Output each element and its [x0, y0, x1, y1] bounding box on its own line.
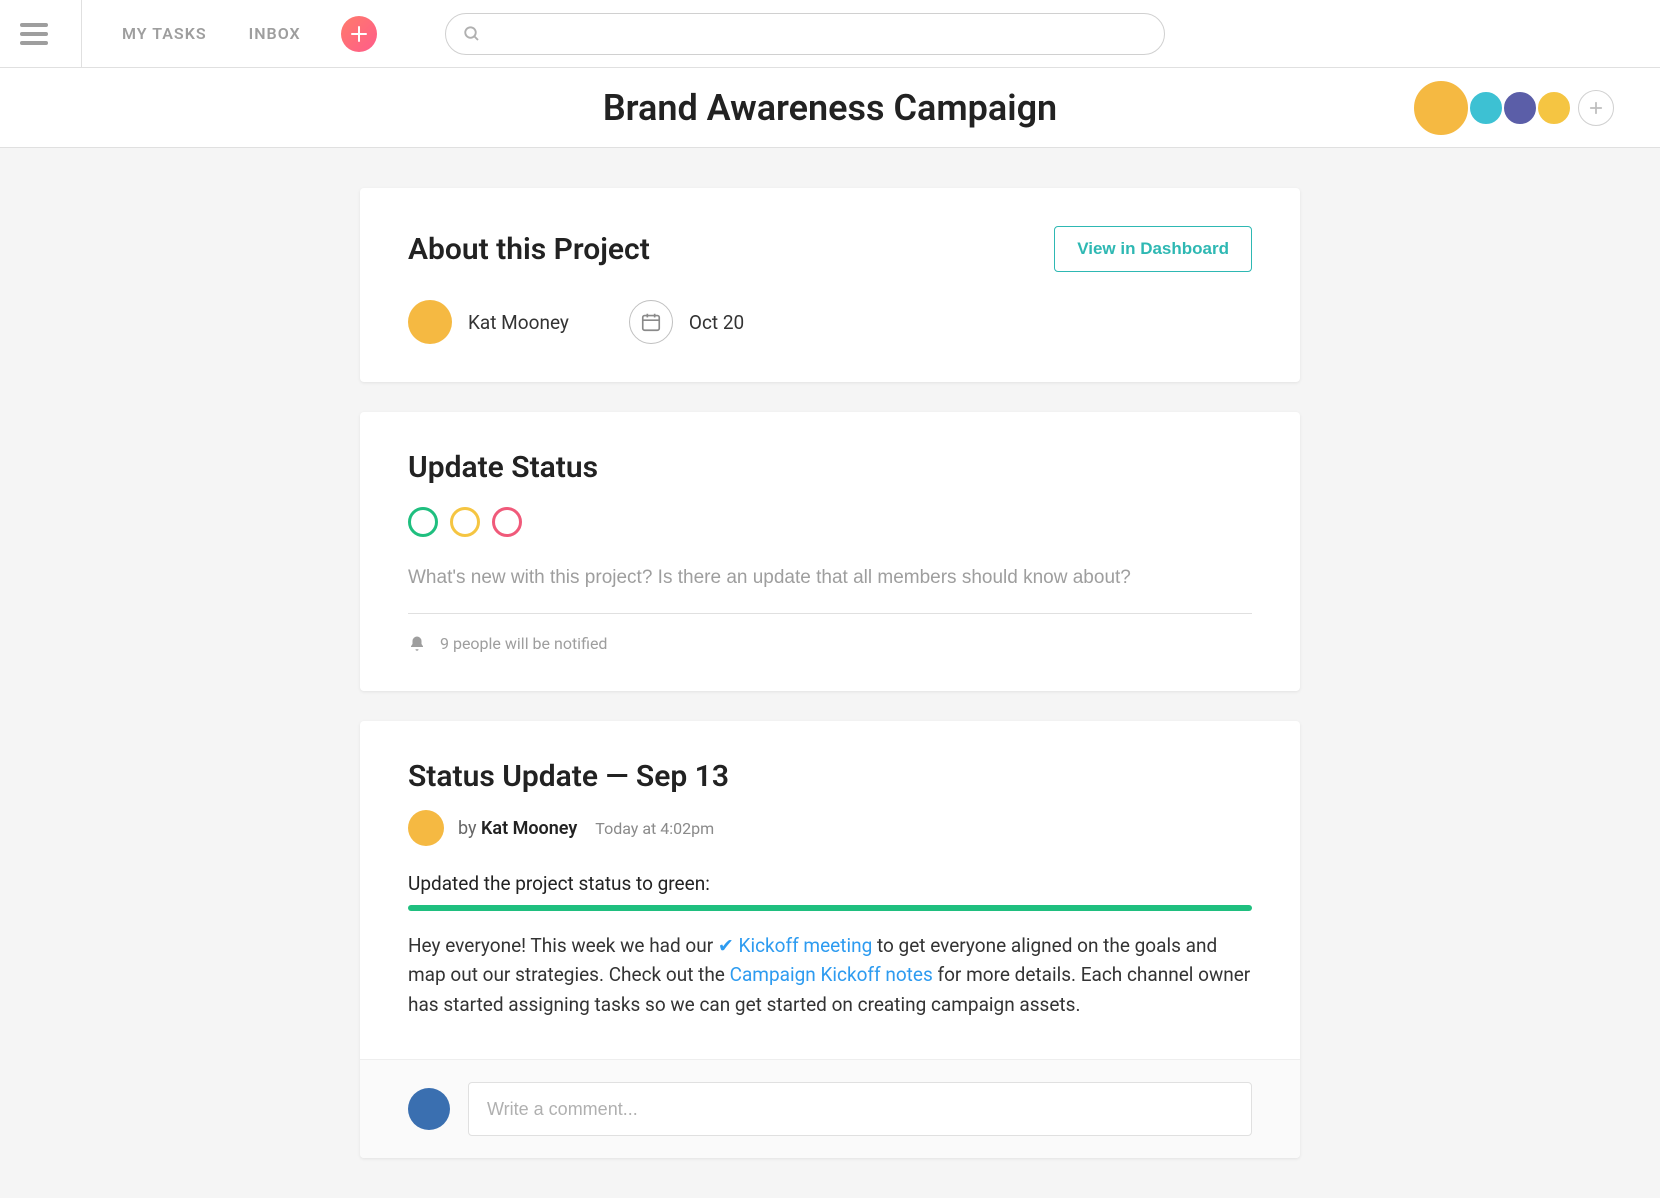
search-wrap	[445, 13, 1165, 55]
status-yellow[interactable]	[450, 507, 480, 537]
status-circles	[408, 507, 1252, 537]
byline-text: by Kat Mooney	[458, 818, 577, 839]
avatar[interactable]	[1502, 90, 1538, 126]
plus-icon	[351, 26, 367, 42]
bell-icon	[408, 635, 426, 653]
search-input[interactable]	[445, 13, 1165, 55]
link-campaign-notes[interactable]: Campaign Kickoff notes	[730, 963, 933, 986]
status-update-input[interactable]	[408, 567, 1252, 589]
status-update-body: Hey everyone! This week we had our ✔ Kic…	[408, 931, 1252, 1019]
avatar[interactable]	[1536, 90, 1572, 126]
timestamp: Today at 4:02pm	[595, 819, 714, 838]
status-update-card: Status Update — Sep 13 by Kat Mooney Tod…	[360, 721, 1300, 1158]
project-date-text: Oct 20	[689, 311, 744, 334]
status-bar-green	[408, 905, 1252, 911]
avatar[interactable]	[1412, 79, 1470, 137]
top-nav: MY TASKS INBOX	[0, 0, 1660, 68]
owner-name: Kat Mooney	[468, 311, 569, 334]
notify-text: 9 people will be notified	[440, 634, 607, 653]
status-line: Updated the project status to green:	[408, 872, 1252, 895]
about-card: About this Project View in Dashboard Kat…	[360, 188, 1300, 382]
calendar-icon	[629, 300, 673, 344]
search-icon	[463, 25, 481, 43]
menu-icon[interactable]	[20, 23, 48, 45]
notify-row: 9 people will be notified	[408, 634, 1252, 653]
avatar	[408, 300, 452, 344]
comment-input[interactable]	[468, 1082, 1252, 1136]
project-header: Brand Awareness Campaign	[0, 68, 1660, 148]
byline: by Kat Mooney Today at 4:02pm	[408, 810, 1252, 846]
status-red[interactable]	[492, 507, 522, 537]
check-icon: ✔	[718, 934, 739, 957]
avatar	[408, 1088, 450, 1130]
about-heading: About this Project	[408, 232, 650, 267]
project-owner[interactable]: Kat Mooney	[408, 300, 569, 344]
avatar	[408, 810, 444, 846]
nav-divider	[81, 0, 82, 68]
nav-my-tasks[interactable]: MY TASKS	[110, 24, 219, 43]
project-title: Brand Awareness Campaign	[603, 87, 1057, 129]
update-status-card: Update Status 9 people will be notified	[360, 412, 1300, 691]
plus-icon	[1589, 101, 1603, 115]
project-date[interactable]: Oct 20	[629, 300, 744, 344]
link-kickoff-meeting[interactable]: Kickoff meeting	[739, 934, 873, 957]
update-status-heading: Update Status	[408, 450, 1252, 485]
avatar[interactable]	[1468, 90, 1504, 126]
status-green[interactable]	[408, 507, 438, 537]
content-area: About this Project View in Dashboard Kat…	[0, 148, 1660, 1198]
view-in-dashboard-button[interactable]: View in Dashboard	[1054, 226, 1252, 272]
status-update-heading: Status Update — Sep 13	[408, 759, 1252, 794]
add-member-button[interactable]	[1578, 90, 1614, 126]
nav-inbox[interactable]: INBOX	[237, 24, 313, 43]
add-button[interactable]	[341, 16, 377, 52]
project-members	[1412, 79, 1614, 137]
comment-row	[360, 1059, 1300, 1158]
